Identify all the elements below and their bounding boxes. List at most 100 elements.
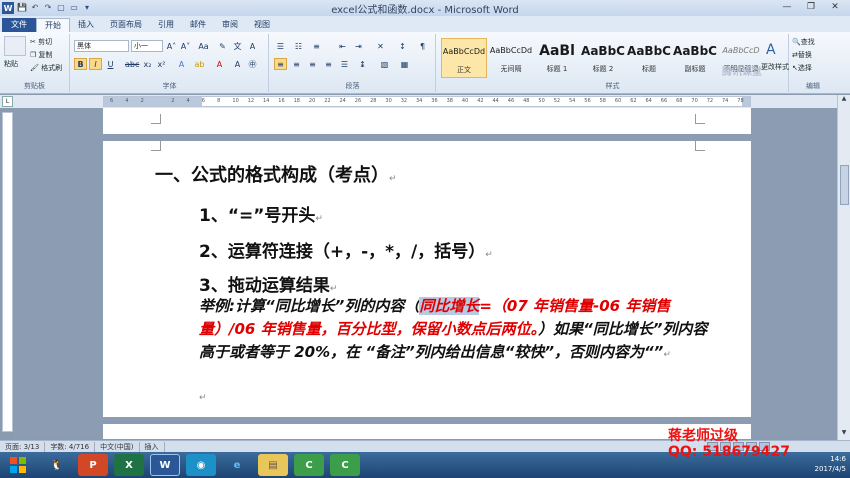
borders-icon[interactable]: ▦ (398, 58, 411, 70)
ruler-tick-label: 66 (660, 98, 668, 104)
tab-file[interactable]: 文件 (2, 18, 36, 32)
align-right-icon[interactable]: ≡ (306, 58, 319, 70)
scroll-down-icon[interactable]: ▼ (838, 429, 850, 440)
word-app-icon[interactable]: W (2, 2, 14, 14)
explorer-icon[interactable]: ▤ (258, 454, 288, 476)
tab-review[interactable]: 审阅 (214, 18, 246, 32)
document-page[interactable]: 一、公式的格式构成（考点）↵ 1、“=”号开头↵ 2、运算符连接（+，-，*，/… (103, 141, 751, 417)
bold-icon[interactable]: B (74, 58, 87, 70)
multilevel-list-icon[interactable]: ≡ (310, 40, 323, 52)
camtasia-icon[interactable]: C (294, 454, 324, 476)
start-button[interactable] (0, 452, 36, 478)
font-color-icon[interactable]: A (213, 58, 226, 70)
paste-button[interactable]: 粘贴 (4, 59, 18, 69)
cut-button[interactable]: ✂ 剪切 (30, 37, 52, 47)
distribute-icon[interactable]: ☰ (338, 58, 351, 70)
tab-selector[interactable]: L (2, 96, 13, 107)
style-no-spacing[interactable]: AaBbCcDd 无间隔 (488, 38, 534, 78)
align-center-icon[interactable]: ≡ (290, 58, 303, 70)
word-count[interactable]: 字数: 4/716 (45, 441, 96, 452)
change-case-icon[interactable]: Aa (197, 40, 210, 52)
style-title[interactable]: AaBbC 标题 (626, 38, 672, 78)
grow-font-icon[interactable]: A˄ (165, 40, 178, 52)
maximize-button[interactable]: ❐ (800, 1, 822, 14)
copy-button[interactable]: ❐ 复制 (30, 50, 53, 60)
format-painter-button[interactable]: 🖌 格式刷 (30, 63, 62, 73)
save-icon[interactable]: 💾 (17, 3, 27, 13)
browser-icon[interactable]: ◉ (186, 454, 216, 476)
document-area[interactable]: 一、公式的格式构成（考点）↵ 1、“=”号开头↵ 2、运算符连接（+，-，*，/… (14, 108, 837, 439)
clock-date[interactable]: 2017/4/5 (815, 464, 846, 474)
text-effects-icon[interactable]: A (175, 58, 188, 70)
increase-indent-icon[interactable]: ⇥ (352, 40, 365, 52)
powerpoint-icon[interactable]: P (78, 454, 108, 476)
sort-icon[interactable]: ↕ (396, 40, 409, 52)
new-doc-icon[interactable]: ▢ (56, 3, 66, 13)
tab-mailings[interactable]: 邮件 (182, 18, 214, 32)
redo-icon[interactable]: ↷ (43, 3, 53, 13)
tab-home[interactable]: 开始 (36, 18, 70, 32)
italic-icon[interactable]: I (89, 58, 102, 70)
replace-button[interactable]: ⇄替换 (792, 50, 812, 60)
chinese-layout-icon[interactable]: ✕ (374, 40, 387, 52)
select-button[interactable]: ↖选择 (792, 63, 812, 73)
style-normal[interactable]: AaBbCcDd 正文 (441, 38, 487, 78)
scroll-thumb[interactable] (840, 165, 849, 205)
page-indicator[interactable]: 页面: 3/13 (0, 441, 46, 452)
style-heading-2[interactable]: AaBbC 标题 2 (580, 38, 626, 78)
phonetic-icon[interactable]: 文 (231, 40, 244, 52)
clock-time[interactable]: 14:6 (815, 454, 846, 464)
style-heading-1[interactable]: AaBl 标题 1 (534, 38, 580, 78)
ruler-tick-label: 4 (186, 98, 190, 104)
open-icon[interactable]: ▭ (69, 3, 79, 13)
close-button[interactable]: ✕ (824, 1, 846, 14)
tab-page-layout[interactable]: 页面布局 (102, 18, 150, 32)
minimize-button[interactable]: — (776, 1, 798, 14)
tab-view[interactable]: 视图 (246, 18, 278, 32)
numbering-icon[interactable]: ☷ (292, 40, 305, 52)
qq-icon[interactable]: 🐧 (42, 454, 72, 476)
font-size-select[interactable]: 小一 (131, 40, 163, 52)
show-marks-icon[interactable]: ¶ (416, 40, 429, 52)
paste-icon[interactable] (4, 36, 26, 56)
underline-icon[interactable]: U (104, 58, 117, 70)
line-spacing-icon[interactable]: ↨ (356, 58, 369, 70)
highlight-icon[interactable]: ab (193, 58, 206, 70)
language-indicator[interactable]: 中文(中国) (95, 441, 140, 452)
change-styles-icon[interactable]: A (766, 42, 776, 58)
font-name-select[interactable]: 黑体 (74, 40, 129, 52)
subscript-icon[interactable]: x₂ (141, 58, 154, 70)
shrink-font-icon[interactable]: A˅ (179, 40, 192, 52)
char-shading-icon[interactable]: A (231, 58, 244, 70)
tab-references[interactable]: 引用 (150, 18, 182, 32)
excel-icon[interactable]: X (114, 454, 144, 476)
justify-icon[interactable]: ≡ (322, 58, 335, 70)
camtasia-recorder-icon[interactable]: C (330, 454, 360, 476)
list-item: 2、运算符连接（+，-，*，/，括号）↵ (199, 242, 493, 262)
style-subtitle[interactable]: AaBbC 副标题 (672, 38, 718, 78)
change-styles-button[interactable]: 更改样式 (761, 62, 789, 72)
bullets-icon[interactable]: ☰ (274, 40, 287, 52)
brush-icon: 🖌 (30, 64, 39, 72)
insert-mode[interactable]: 插入 (140, 441, 165, 452)
vertical-scrollbar[interactable]: ▲ ▼ (837, 95, 850, 440)
decrease-indent-icon[interactable]: ⇤ (336, 40, 349, 52)
strikethrough-icon[interactable]: abc (124, 58, 139, 70)
shading-icon[interactable]: ▧ (378, 58, 391, 70)
word-icon[interactable]: W (150, 454, 180, 476)
section-heading: 一、公式的格式构成（考点）↵ (155, 165, 397, 186)
tab-insert[interactable]: 插入 (70, 18, 102, 32)
clear-format-icon[interactable]: ✎ (216, 40, 229, 52)
find-button[interactable]: 🔍查找 (792, 37, 815, 47)
customize-qat-icon[interactable]: ▾ (82, 3, 92, 13)
horizontal-ruler[interactable]: 6 4 2 2 4 6 8 10 12 14 16 18 20 22 24 26 28 30 32 34 36 38 40 4… (103, 96, 751, 107)
align-left-icon[interactable]: ≡ (274, 58, 287, 70)
superscript-icon[interactable]: x² (155, 58, 168, 70)
enclose-char-icon[interactable]: ㊥ (246, 58, 259, 70)
undo-icon[interactable]: ↶ (30, 3, 40, 13)
scroll-up-icon[interactable]: ▲ (838, 95, 850, 106)
next-page-top (103, 424, 751, 439)
vertical-ruler[interactable] (2, 112, 13, 432)
ie-icon[interactable]: e (222, 454, 252, 476)
char-border-icon[interactable]: A (246, 40, 259, 52)
